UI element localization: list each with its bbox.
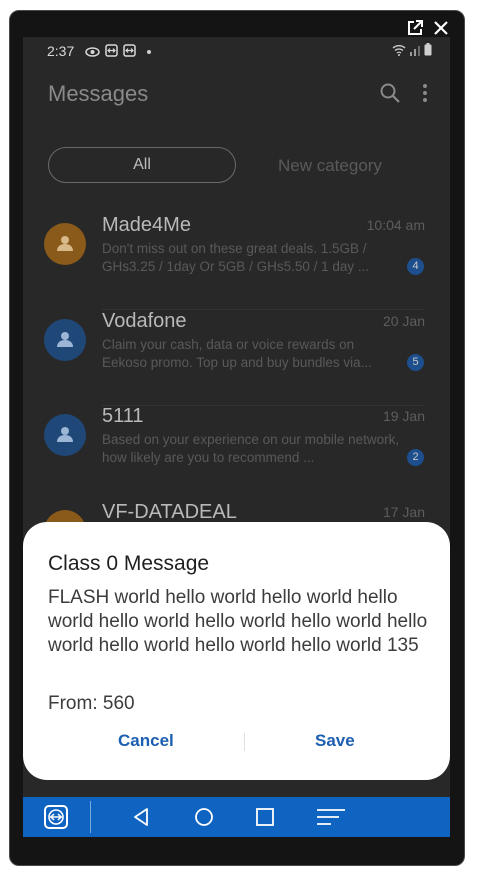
cancel-button[interactable]: Cancel <box>118 731 174 751</box>
teamviewer-status-icon-2 <box>123 44 136 60</box>
save-button[interactable]: Save <box>315 731 355 751</box>
conversation-item[interactable]: Made4Me 10:04 am Don't miss out on these… <box>23 214 450 310</box>
avatar <box>44 414 86 456</box>
popout-icon[interactable] <box>406 19 424 37</box>
conversation-snippet: Based on your experience on our mobile n… <box>102 432 400 465</box>
close-icon[interactable] <box>432 19 450 37</box>
notification-dot-icon <box>147 50 151 54</box>
unread-badge: 4 <box>407 258 424 275</box>
unread-badge: 2 <box>407 449 424 466</box>
conversation-date: 17 Jan <box>382 504 425 520</box>
more-options-icon[interactable] <box>422 83 428 108</box>
button-divider <box>244 733 245 751</box>
avatar <box>44 319 86 361</box>
conversation-item[interactable]: Vodafone 20 Jan Claim your cash, data or… <box>23 310 450 406</box>
unread-badge: 5 <box>407 354 424 371</box>
back-icon[interactable] <box>132 807 150 832</box>
frame-toolbar <box>406 19 450 37</box>
eye-icon <box>85 44 100 60</box>
conversation-date: 20 Jan <box>382 313 425 329</box>
status-time: 2:37 <box>47 43 75 59</box>
conversation-name: VF-DATADEAL <box>102 501 237 523</box>
conversation-name: 5111 <box>102 405 144 427</box>
person-icon <box>57 236 73 251</box>
battery-icon <box>424 43 432 59</box>
dialog-message-body: FLASH world hello world hello world hell… <box>48 587 428 656</box>
recent-apps-icon[interactable] <box>256 808 274 831</box>
tab-new-category[interactable]: New category <box>278 156 382 176</box>
dialog-title: Class 0 Message <box>48 552 210 575</box>
status-bar: 2:37 <box>23 37 450 65</box>
conversation-name: Vodafone <box>102 310 187 332</box>
nav-divider <box>90 801 91 833</box>
page-title: Messages <box>48 81 149 106</box>
home-icon[interactable] <box>194 807 214 832</box>
teamviewer-status-icon <box>105 44 118 60</box>
menu-lines-icon[interactable] <box>316 808 346 831</box>
conversation-snippet: Claim your cash, data or voice rewards o… <box>102 337 372 370</box>
avatar <box>44 223 86 265</box>
conversation-snippet: Don't miss out on these great deals. 1.5… <box>102 241 370 274</box>
conversation-item[interactable]: 5111 19 Jan Based on your experience on … <box>23 405 450 501</box>
dialog-sender: From: 560 <box>48 693 135 714</box>
wifi-icon <box>392 43 406 59</box>
search-icon[interactable] <box>380 83 400 108</box>
phone-screen: 2:37 Messages All New category Made4Me 1… <box>23 37 450 837</box>
conversation-date: 10:04 am <box>366 217 425 233</box>
navigation-bar <box>23 797 450 837</box>
class0-message-dialog: Class 0 Message FLASH world hello world … <box>23 522 450 780</box>
person-icon <box>57 427 73 442</box>
person-icon <box>57 332 73 347</box>
conversation-name: Made4Me <box>102 214 191 236</box>
teamviewer-icon[interactable] <box>44 805 68 834</box>
signal-icon <box>410 43 420 59</box>
tab-all[interactable]: All <box>48 147 236 183</box>
conversation-date: 19 Jan <box>382 408 425 424</box>
